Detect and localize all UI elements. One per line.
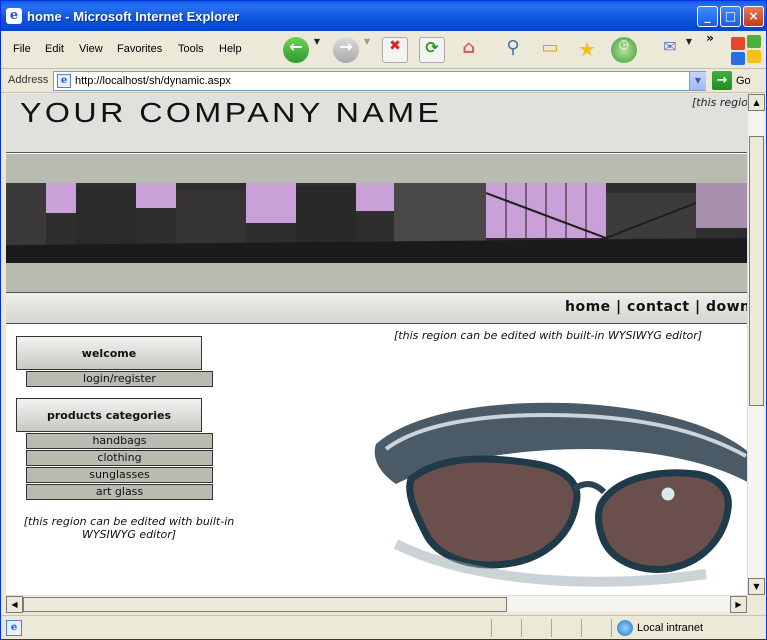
status-divider — [611, 619, 612, 637]
address-dropdown-icon[interactable]: ▼ — [689, 72, 706, 90]
category-clothing-link[interactable]: clothing — [26, 450, 213, 466]
menu-view[interactable]: View — [79, 43, 103, 55]
menu-tools[interactable]: Tools — [178, 43, 204, 55]
nav-contact-link[interactable]: contact — [627, 299, 690, 315]
scroll-down-icon[interactable]: ▼ — [748, 578, 765, 595]
address-label: Address — [8, 74, 49, 86]
menu-favorites[interactable]: Favorites — [117, 43, 162, 55]
category-sunglasses-link[interactable]: sunglasses — [26, 467, 213, 483]
address-url[interactable]: http://localhost/sh/dynamic.aspx — [75, 75, 231, 87]
search-icon[interactable]: ⚲ — [500, 37, 526, 63]
home-icon[interactable]: ⌂ — [456, 37, 482, 63]
category-handbags-link[interactable]: handbags — [26, 433, 213, 449]
title-bar[interactable]: e home - Microsoft Internet Explorer _ □… — [1, 1, 766, 31]
refresh-icon[interactable]: ⟳ — [419, 37, 445, 63]
forward-icon[interactable]: → — [333, 37, 359, 63]
security-zone-label: Local intranet — [637, 622, 704, 634]
back-icon[interactable]: ← — [283, 37, 309, 63]
site-header: YOUR COMPANY NAME [this region can be ed… — [6, 94, 747, 153]
main-editable-note: [this region can be edited with built-in… — [394, 329, 703, 342]
menu-toolbar-bar: File Edit View Favorites Tools Help ← ▼ … — [1, 31, 766, 69]
nav-download-link[interactable]: download — [706, 299, 747, 315]
category-art-glass-link[interactable]: art glass — [26, 484, 213, 500]
login-register-link[interactable]: login/register — [26, 371, 213, 387]
horizontal-scrollbar[interactable]: ◀ ▶ — [6, 595, 747, 613]
page-status-icon: e — [6, 620, 22, 636]
scroll-up-icon[interactable]: ▲ — [748, 94, 765, 111]
company-name: YOUR COMPANY NAME — [20, 97, 443, 128]
minimize-button[interactable]: _ — [697, 6, 718, 27]
windows-logo-icon — [728, 33, 764, 67]
folder-icon[interactable]: ▭ — [537, 37, 563, 63]
scroll-left-icon[interactable]: ◀ — [6, 596, 23, 613]
maximize-button[interactable]: □ — [720, 6, 741, 27]
menu-edit[interactable]: Edit — [45, 43, 64, 55]
toolbar-more-icon[interactable]: » — [703, 31, 717, 57]
stop-icon[interactable]: ✖ — [382, 37, 408, 63]
menu-file[interactable]: File — [13, 43, 31, 55]
status-divider — [551, 619, 552, 637]
top-navigation: home | contact | download — [6, 293, 747, 324]
sunglasses-product-image — [374, 402, 747, 587]
nav-links: home | contact | download — [565, 299, 747, 315]
address-bar: Address e http://localhost/sh/dynamic.as… — [1, 69, 766, 93]
mail-dropdown-icon[interactable]: ▼ — [683, 37, 695, 63]
header-spacer-band — [6, 154, 747, 183]
sidebar-editable-note: [this region can be edited with built-in… — [23, 515, 235, 541]
internet-explorer-icon: e — [6, 8, 22, 24]
go-arrow-icon[interactable]: → — [712, 71, 732, 90]
status-divider — [491, 619, 492, 637]
horizontal-scroll-thumb[interactable] — [23, 597, 507, 612]
city-skyline-banner — [6, 183, 747, 263]
status-bar: e Local intranet — [1, 615, 766, 639]
nav-separator: | — [616, 299, 622, 315]
history-icon[interactable]: ◷ — [611, 37, 637, 63]
browser-window: e home - Microsoft Internet Explorer _ □… — [0, 0, 767, 640]
status-divider — [521, 619, 522, 637]
go-button-label[interactable]: Go — [736, 75, 751, 87]
forward-dropdown-icon[interactable]: ▼ — [361, 37, 373, 63]
window-title: home - Microsoft Internet Explorer — [27, 9, 240, 24]
vertical-scrollbar[interactable]: ▲ ▼ — [747, 94, 765, 595]
page-viewport: YOUR COMPANY NAME [this region can be ed… — [6, 94, 747, 595]
vertical-scroll-thumb[interactable] — [749, 136, 764, 406]
mail-icon[interactable]: ✉ — [657, 37, 683, 63]
close-button[interactable]: × — [743, 6, 764, 27]
welcome-heading: welcome — [16, 336, 202, 370]
banner-spacer-band — [6, 263, 747, 293]
back-dropdown-icon[interactable]: ▼ — [311, 37, 323, 63]
nav-separator: | — [694, 299, 701, 315]
favorites-star-icon[interactable]: ★ — [574, 37, 600, 63]
page-icon: e — [57, 74, 71, 88]
menu-help[interactable]: Help — [219, 43, 242, 55]
products-categories-heading: products categories — [16, 398, 202, 432]
skyline-image — [6, 183, 747, 263]
scroll-right-icon[interactable]: ▶ — [730, 596, 747, 613]
nav-home-link[interactable]: home — [565, 299, 611, 315]
intranet-zone-icon — [617, 620, 633, 636]
status-divider — [581, 619, 582, 637]
header-editable-note: [this region can be edited with built-in… — [692, 96, 747, 109]
address-input[interactable]: e http://localhost/sh/dynamic.aspx ▼ — [53, 71, 706, 91]
